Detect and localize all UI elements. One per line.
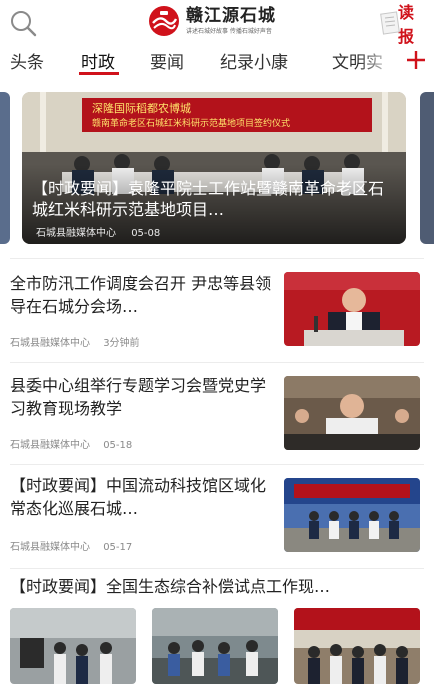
- tab-politics[interactable]: 时政: [81, 48, 115, 73]
- news-title[interactable]: 【时政要闻】全国生态综合补偿试点工作现…: [10, 576, 424, 598]
- divider: [10, 568, 424, 569]
- tab-fade: [358, 42, 398, 78]
- logo-subtitle: 讲述石城好故事 传播石城好声音: [186, 27, 272, 35]
- newspaper-icon: [380, 11, 400, 35]
- banner-date: 05-08: [131, 228, 161, 239]
- news-meta: 石城县融媒体中心 3分钟前: [10, 334, 150, 349]
- news-source: 石城县融媒体中心: [10, 338, 90, 349]
- news-title: 【时政要闻】中国流动科技馆区域化常态化巡展石城…: [10, 476, 267, 518]
- news-time: 05-17: [103, 542, 133, 553]
- news-source: 石城县融媒体中心: [10, 440, 90, 451]
- news-source: 石城县融媒体中心: [10, 542, 90, 553]
- news-image-3[interactable]: [294, 608, 420, 684]
- read-newspaper-label: 读报: [398, 3, 415, 46]
- news-list-item[interactable]: 【时政要闻】中国流动科技馆区域化常态化巡展石城… 石城县融媒体中心 05-17: [0, 468, 434, 566]
- divider: [10, 362, 424, 363]
- logo-title: 赣江源石城: [186, 5, 276, 26]
- news-meta: 石城县融媒体中心 05-18: [10, 436, 142, 451]
- active-tab-indicator: [79, 72, 119, 75]
- plus-icon[interactable]: [406, 50, 426, 70]
- banner-photo-sign-line2: 赣南革命老区石城红米科研示范基地项目签约仪式: [92, 117, 290, 129]
- logo-mark-icon: [149, 6, 179, 36]
- carousel-prev-slide[interactable]: [0, 92, 10, 244]
- tab-xiaokang-record[interactable]: 纪录小康: [220, 48, 288, 73]
- news-thumbnail: [284, 376, 420, 450]
- featured-banner[interactable]: 深隆国际稻都农博城 赣南革命老区石城红米科研示范基地项目签约仪式 【时政要闻】袁…: [22, 92, 406, 244]
- news-thumbnail: [284, 478, 420, 552]
- banner-photo-sign-line1: 深隆国际稻都农博城: [92, 101, 191, 115]
- read-newspaper-button[interactable]: 读报: [380, 3, 428, 46]
- divider: [10, 464, 424, 465]
- news-title: 县委中心组举行专题学习会暨党史学习教育现场教学: [10, 376, 267, 418]
- news-image-2[interactable]: [152, 608, 278, 684]
- banner-title: 【时政要闻】袁隆平院士工作站暨赣南革命老区石城红米科研示范基地项目…: [32, 179, 385, 219]
- channel-tabs: 头条 时政 要闻 纪录小康 文明实: [0, 42, 434, 78]
- search-icon[interactable]: [8, 8, 38, 38]
- news-meta: 石城县融媒体中心 05-17: [10, 538, 142, 553]
- app-header: 赣江源石城 讲述石城好故事 传播石城好声音 读报: [0, 0, 434, 46]
- news-list-item[interactable]: 县委中心组举行专题学习会暨党史学习教育现场教学 石城县融媒体中心 05-18: [0, 366, 434, 464]
- app-logo: 赣江源石城 讲述石城好故事 传播石城好声音: [148, 4, 288, 38]
- divider: [10, 258, 424, 259]
- news-image-1[interactable]: [10, 608, 136, 684]
- banner-source: 石城县融媒体中心: [36, 228, 116, 239]
- carousel-next-slide[interactable]: [420, 92, 434, 244]
- news-list-item[interactable]: 全市防汛工作调度会召开 尹忠等县领导在石城分会场… 石城县融媒体中心 3分钟前: [0, 262, 434, 360]
- news-title: 全市防汛工作调度会召开 尹忠等县领导在石城分会场…: [10, 274, 272, 316]
- news-time: 05-18: [103, 440, 133, 451]
- banner-meta: 石城县融媒体中心 05-08: [36, 224, 172, 239]
- news-thumbnail: [284, 272, 420, 346]
- tab-headlines[interactable]: 头条: [10, 48, 44, 73]
- news-time: 3分钟前: [103, 338, 140, 349]
- tab-important-news[interactable]: 要闻: [150, 48, 184, 73]
